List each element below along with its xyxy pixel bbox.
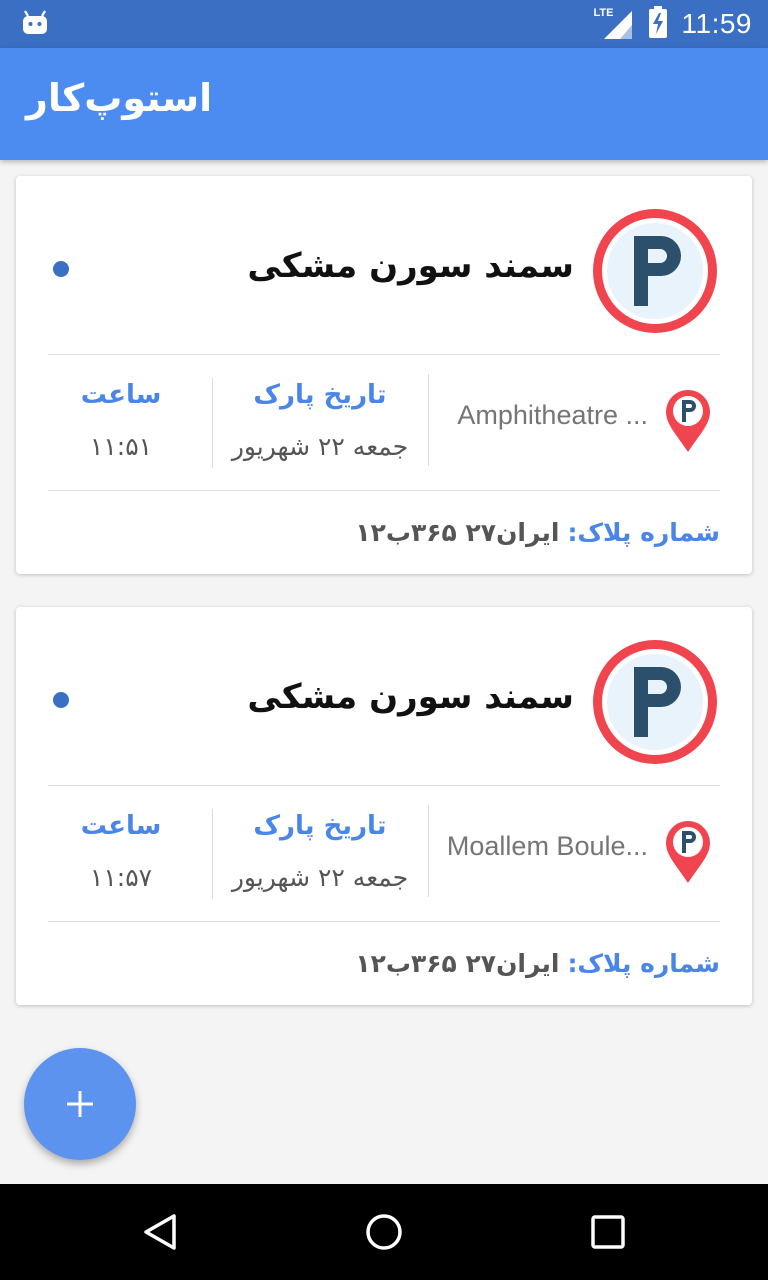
- column-separator: [212, 809, 213, 899]
- add-parking-button[interactable]: [24, 1048, 136, 1160]
- parking-card[interactable]: سمند سورن مشکی Moallem Boule... تاریخ پا…: [16, 607, 752, 1005]
- location-pin-icon: [666, 390, 710, 452]
- parking-sign-icon: [593, 209, 717, 333]
- divider: [48, 785, 720, 786]
- status-bar: LTE 11:59: [0, 0, 768, 48]
- app-title: استوپ‌کار: [26, 76, 213, 120]
- plate-label: شماره پلاک:: [567, 518, 720, 547]
- status-dot: [53, 261, 69, 277]
- parking-card[interactable]: سمند سورن مشکی Amphitheatre ... تاریخ پا…: [16, 176, 752, 574]
- column-separator: [428, 374, 429, 466]
- plate-label: شماره پلاک:: [567, 949, 720, 978]
- car-name: سمند سورن مشکی: [247, 677, 574, 717]
- plate-value: ایران۲۷ ۳۶۵ب۱۲: [355, 518, 560, 547]
- date-label: تاریخ پارک: [253, 380, 387, 410]
- time-label: ساعت: [80, 380, 162, 410]
- navigation-bar: [0, 1184, 768, 1280]
- parking-sign-icon: [593, 640, 717, 764]
- plate-row: شماره پلاک: ایران۲۷ ۳۶۵ب۱۲: [355, 518, 720, 547]
- divider: [48, 354, 720, 355]
- date-label: تاریخ پارک: [253, 811, 387, 841]
- battery-charging-icon: [648, 6, 668, 42]
- status-dot: [53, 692, 69, 708]
- time-value: ۱۱:۵۱: [89, 432, 153, 461]
- car-name: سمند سورن مشکی: [247, 246, 574, 286]
- back-icon[interactable]: [136, 1208, 184, 1256]
- recents-icon[interactable]: [584, 1208, 632, 1256]
- divider: [48, 921, 720, 922]
- plate-value: ایران۲۷ ۳۶۵ب۱۲: [355, 949, 560, 978]
- plate-row: شماره پلاک: ایران۲۷ ۳۶۵ب۱۲: [355, 949, 720, 978]
- column-separator: [428, 805, 429, 897]
- home-icon[interactable]: [360, 1208, 408, 1256]
- date-value: جمعه ۲۲ شهریور: [231, 863, 409, 892]
- parking-location: Amphitheatre ...: [457, 400, 648, 430]
- date-value: جمعه ۲۲ شهریور: [231, 432, 409, 461]
- column-separator: [212, 378, 213, 468]
- app-bar: استوپ‌کار: [0, 48, 768, 160]
- lte-signal-icon: LTE: [593, 7, 634, 39]
- location-pin-icon: [666, 821, 710, 883]
- network-type-label: LTE: [593, 7, 614, 19]
- android-icon: [22, 10, 48, 40]
- plus-icon: [67, 1091, 93, 1117]
- status-time: 11:59: [681, 8, 752, 39]
- divider: [48, 490, 720, 491]
- time-label: ساعت: [80, 811, 162, 841]
- time-value: ۱۱:۵۷: [89, 863, 153, 892]
- parking-location: Moallem Boule...: [446, 831, 648, 861]
